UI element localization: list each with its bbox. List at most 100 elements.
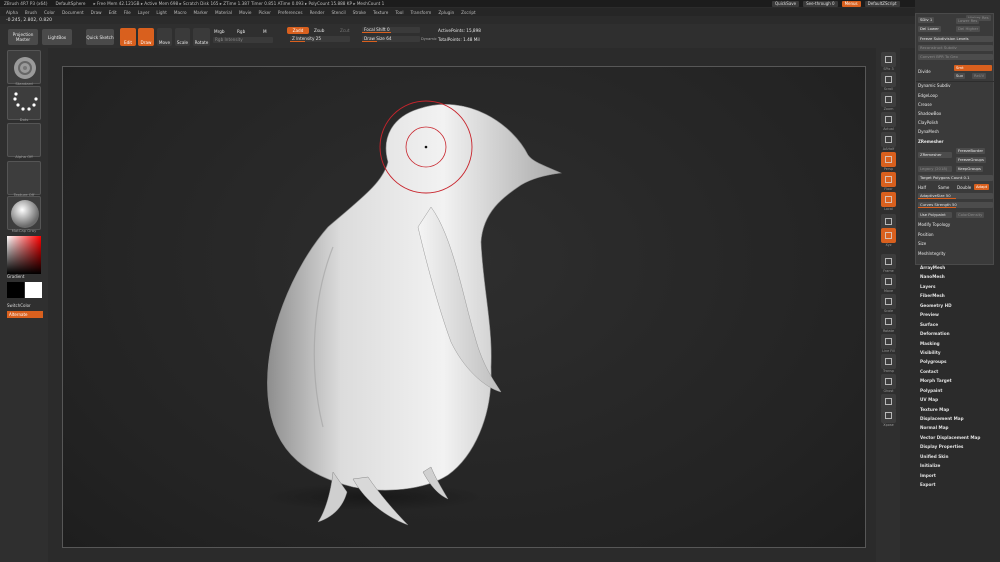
menu-stencil[interactable]: Stencil bbox=[331, 10, 345, 15]
freeze-groups-toggle[interactable]: FreezeGroups bbox=[956, 157, 986, 163]
tool-menu-uv-map[interactable]: UV Map bbox=[920, 395, 995, 404]
lower-res-button[interactable]: Lower Res bbox=[956, 18, 980, 24]
same-button[interactable]: Same bbox=[938, 185, 949, 190]
see-through-slider[interactable]: See-through 0 bbox=[803, 0, 838, 7]
quicksave-button[interactable]: QuickSave bbox=[772, 0, 800, 7]
menu-material[interactable]: Material bbox=[215, 10, 232, 15]
keep-groups-toggle[interactable]: KeepGroups bbox=[956, 166, 983, 172]
switch-color-button[interactable]: SwitchColor bbox=[7, 303, 31, 308]
solo-button[interactable]: Solo bbox=[881, 394, 896, 413]
zsub-button[interactable]: Zsub bbox=[314, 28, 324, 33]
draw-size-slider[interactable]: Draw Size 64 bbox=[362, 36, 420, 42]
tool-menu-morph-target[interactable]: Morph Target bbox=[920, 376, 995, 385]
menu-macro[interactable]: Macro bbox=[174, 10, 187, 15]
menu-draw[interactable]: Draw bbox=[91, 10, 102, 15]
xyz-button[interactable]: Xyz bbox=[881, 228, 896, 247]
tool-menu-visibility[interactable]: Visibility bbox=[920, 348, 995, 357]
tool-menu-surface[interactable]: Surface bbox=[920, 320, 995, 329]
tool-menu-displacement-map[interactable]: Displacement Map bbox=[920, 414, 995, 423]
penguin-sculpt[interactable] bbox=[63, 67, 867, 549]
shadowbox-item[interactable]: ShadowBox bbox=[918, 111, 941, 116]
tool-menu-polygroups[interactable]: Polygroups bbox=[920, 357, 995, 366]
alpha-thumbnail[interactable] bbox=[7, 123, 41, 157]
stroke-thumbnail[interactable] bbox=[7, 86, 41, 120]
freeze-subdivision-levels-button[interactable]: Freeze Subdivision Levels bbox=[918, 36, 993, 42]
texture-thumbnail[interactable] bbox=[7, 161, 41, 195]
dynamesh-item[interactable]: DynaMesh bbox=[918, 129, 939, 134]
ghost-button[interactable]: Ghost bbox=[881, 374, 896, 393]
rgb-intensity-slider[interactable]: Rgb Intensity bbox=[213, 37, 273, 43]
zremesher-header[interactable]: ZRemesher bbox=[918, 139, 944, 144]
convert-bpr-button[interactable]: Convert BPR To Geo bbox=[918, 54, 993, 60]
dynamic-toggle[interactable]: Dynamic bbox=[421, 37, 437, 41]
rotate-button[interactable]: Rotate bbox=[881, 314, 896, 333]
adapt-button[interactable]: Adapt bbox=[974, 184, 990, 190]
move-button[interactable]: Move bbox=[881, 274, 896, 293]
freeze-border-toggle[interactable]: FreezeBorder bbox=[956, 148, 986, 154]
floor-button[interactable]: Floor bbox=[881, 172, 896, 191]
menu-transform[interactable]: Transform bbox=[410, 10, 431, 15]
del-lower-button[interactable]: Del Lower bbox=[918, 26, 941, 32]
legacy-toggle[interactable]: Legacy (2018) bbox=[918, 166, 952, 172]
default-zscript-button[interactable]: DefaultZScript bbox=[864, 0, 900, 7]
smt-toggle[interactable]: Smt bbox=[954, 65, 992, 71]
aahalf-button[interactable]: AAHalf bbox=[881, 132, 896, 151]
z-intensity-slider[interactable]: Z Intensity 25 bbox=[290, 36, 350, 42]
quick-sketch-button[interactable]: Quick Sketch bbox=[86, 29, 114, 45]
menu-alpha[interactable]: Alpha bbox=[6, 10, 18, 15]
menu-stroke[interactable]: Stroke bbox=[353, 10, 366, 15]
line-fill-button[interactable]: Line Fill bbox=[881, 334, 896, 353]
modify-topology-item[interactable]: Modify Topology bbox=[918, 222, 950, 227]
menu-light[interactable]: Light bbox=[156, 10, 166, 15]
tool-menu-fibermesh[interactable]: FiberMesh bbox=[920, 291, 995, 300]
divide-button[interactable]: Divide bbox=[918, 69, 931, 74]
menu-zscript[interactable]: Zscript bbox=[461, 10, 476, 15]
menu-tool[interactable]: Tool bbox=[395, 10, 403, 15]
menu-marker[interactable]: Marker bbox=[194, 10, 208, 15]
tool-menu-deformation[interactable]: Deformation bbox=[920, 329, 995, 338]
tool-menu-preview[interactable]: Preview bbox=[920, 310, 995, 319]
rgb-toggle[interactable]: Rgb bbox=[237, 29, 245, 34]
menu-picker[interactable]: Picker bbox=[258, 10, 270, 15]
transp-button[interactable]: Transp bbox=[881, 354, 896, 373]
position-item[interactable]: Position bbox=[918, 232, 934, 237]
zremesher-button[interactable]: ZRemesher bbox=[918, 152, 952, 158]
scroll-button[interactable]: Scroll bbox=[881, 72, 896, 91]
secondary-color-swatch[interactable] bbox=[25, 282, 42, 298]
tool-menu-arraymesh[interactable]: ArrayMesh bbox=[920, 263, 995, 272]
tool-menu-texture-map[interactable]: Texture Map bbox=[920, 405, 995, 414]
material-thumbnail[interactable] bbox=[7, 196, 41, 230]
lightbox-button[interactable]: LightBox bbox=[42, 29, 72, 45]
zadd-button[interactable]: Zadd bbox=[287, 27, 309, 34]
tool-menu-display-properties[interactable]: Display Properties bbox=[920, 442, 995, 451]
persp-button[interactable]: Persp bbox=[881, 152, 896, 171]
projection-master-button[interactable]: Projection Master bbox=[8, 29, 38, 45]
tool-menu-export[interactable]: Export bbox=[920, 480, 995, 489]
menu-preferences[interactable]: Preferences bbox=[278, 10, 303, 15]
zcut-button[interactable]: Zcut bbox=[340, 28, 349, 33]
zoom-button[interactable]: Zoom bbox=[881, 92, 896, 111]
menu-color[interactable]: Color bbox=[44, 10, 55, 15]
mesh-integrity-item[interactable]: MeshIntegrity bbox=[918, 251, 946, 256]
suv-toggle[interactable]: Suv bbox=[954, 73, 966, 79]
tool-menu-nanomesh[interactable]: NanoMesh bbox=[920, 272, 995, 281]
xpose-button[interactable]: Xpose bbox=[881, 408, 896, 427]
double-button[interactable]: Double bbox=[957, 185, 971, 190]
rotate-mode-button[interactable]: Rotate bbox=[193, 28, 210, 46]
menu-texture[interactable]: Texture bbox=[373, 10, 388, 15]
edit-mode-button[interactable]: Edit bbox=[120, 28, 136, 46]
menu-zplugin[interactable]: Zplugin bbox=[438, 10, 454, 15]
sdiv-slider[interactable]: SDiv 1 bbox=[918, 17, 934, 23]
target-polygons-slider[interactable]: Target Polygons Count 0.1 bbox=[918, 175, 993, 181]
tool-menu-contact[interactable]: Contact bbox=[920, 367, 995, 376]
adaptive-size-slider[interactable]: AdaptiveSize 50 bbox=[918, 193, 993, 199]
reuv-toggle[interactable]: ReUV bbox=[972, 73, 987, 79]
color-density-slider[interactable]: ColorDensity bbox=[956, 212, 985, 218]
del-higher-button[interactable]: Del Higher bbox=[956, 26, 981, 32]
main-color-swatch[interactable] bbox=[7, 282, 24, 298]
menu-brush[interactable]: Brush bbox=[25, 10, 37, 15]
tool-menu-layers[interactable]: Layers bbox=[920, 282, 995, 291]
brush-thumbnail[interactable] bbox=[7, 50, 41, 84]
focal-shift-slider[interactable]: Focal Shift 0 bbox=[362, 27, 420, 33]
tool-menu-polypaint[interactable]: Polypaint bbox=[920, 386, 995, 395]
